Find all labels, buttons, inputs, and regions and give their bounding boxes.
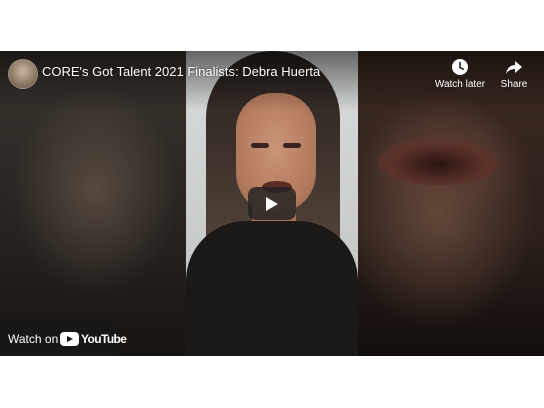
channel-avatar[interactable] [8,59,38,89]
watch-on-youtube-button[interactable]: Watch on YouTube [0,322,127,356]
play-icon [266,197,278,211]
watch-later-button[interactable]: Watch later [432,58,488,90]
youtube-play-box [60,332,79,346]
clock-icon [452,59,468,75]
video-player[interactable]: CORE's Got Talent 2021 Finalists: Debra … [0,51,544,356]
thumbnail-eye-right [283,143,301,148]
top-overlay: CORE's Got Talent 2021 Finalists: Debra … [0,51,544,111]
thumbnail-eye-left [251,143,269,148]
video-title[interactable]: CORE's Got Talent 2021 Finalists: Debra … [42,64,320,79]
thumbnail-shirt [186,221,358,356]
youtube-wordmark: YouTube [81,332,127,346]
share-arrow-icon [506,61,522,74]
blurred-lips [378,139,498,185]
watch-on-label: Watch on [8,332,59,346]
share-button[interactable]: Share [496,58,532,90]
watch-later-label: Watch later [434,79,486,90]
share-label: Share [500,79,528,90]
play-button[interactable] [248,187,296,220]
